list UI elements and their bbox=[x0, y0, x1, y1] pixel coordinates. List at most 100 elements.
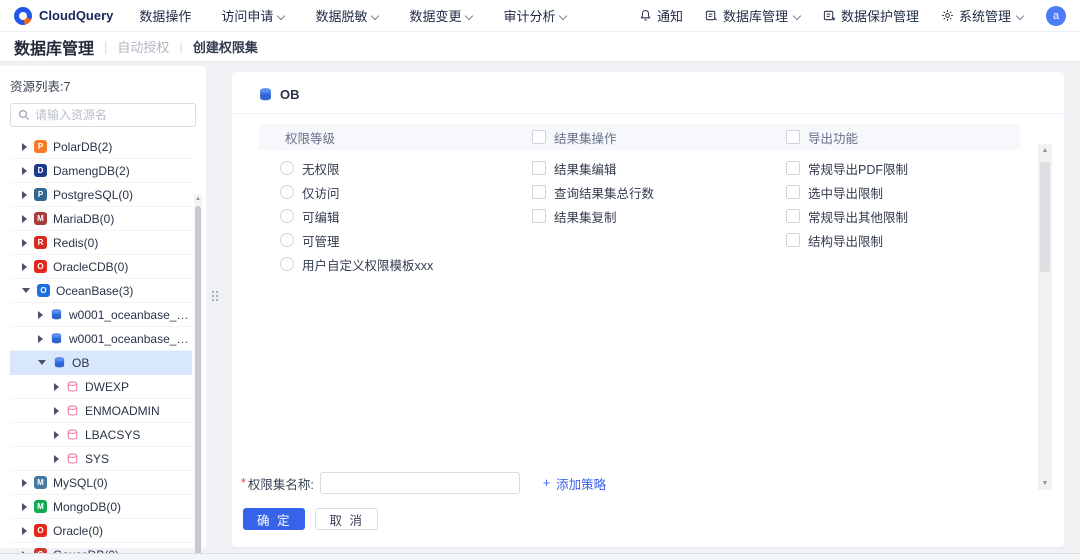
select-all-checkbox[interactable] bbox=[532, 130, 546, 144]
mysql-icon: M bbox=[34, 476, 47, 489]
permission-checkbox-item[interactable]: 常规导出PDF限制 bbox=[786, 156, 1020, 180]
caret-collapsed-icon[interactable] bbox=[54, 407, 59, 415]
permission-radio-item[interactable]: 无权限 bbox=[259, 156, 532, 180]
permission-checkbox-item[interactable]: 查询结果集总行数 bbox=[532, 180, 786, 204]
caret-collapsed-icon[interactable] bbox=[22, 263, 27, 271]
tree-node-sys[interactable]: SYS bbox=[10, 447, 192, 471]
confirm-button[interactable]: 确 定 bbox=[243, 508, 305, 530]
tree-node-w0001_oceanbase_conn_t...[interactable]: w0001_oceanbase_conn_t... bbox=[10, 327, 192, 351]
radio-unchecked[interactable] bbox=[280, 185, 294, 199]
caret-collapsed-icon[interactable] bbox=[54, 383, 59, 391]
column-items-2: 常规导出PDF限制选中导出限制常规导出其他限制结构导出限制 bbox=[786, 156, 1020, 276]
permission-radio-item[interactable]: 可编辑 bbox=[259, 204, 532, 228]
permission-radio-item[interactable]: 用户自定义权限模板xxx bbox=[259, 252, 532, 276]
nav-item-3[interactable]: 数据变更 bbox=[409, 6, 473, 25]
breadcrumb-auto-auth[interactable]: 自动授权 bbox=[117, 37, 169, 56]
notifications-button[interactable]: 通知 bbox=[639, 6, 683, 25]
sidebar-scroll-thumb[interactable] bbox=[195, 206, 201, 560]
radio-unchecked[interactable] bbox=[280, 233, 294, 247]
notifications-label: 通知 bbox=[657, 6, 683, 25]
add-policy-link[interactable]: + 添加策略 bbox=[543, 474, 606, 493]
radio-unchecked[interactable] bbox=[280, 257, 294, 271]
scroll-up-icon[interactable]: ▲ bbox=[1038, 147, 1052, 154]
option-label: 常规导出其他限制 bbox=[808, 207, 908, 226]
column-header-label: 导出功能 bbox=[808, 128, 858, 147]
scroll-up-icon[interactable]: ▲ bbox=[195, 196, 201, 202]
nav-item-label: 访问申请 bbox=[221, 6, 273, 25]
checkbox-unchecked[interactable] bbox=[786, 161, 800, 175]
chevron-down-icon bbox=[559, 11, 567, 19]
nav-item-4[interactable]: 审计分析 bbox=[503, 6, 567, 25]
permission-checkbox-item[interactable]: 常规导出其他限制 bbox=[786, 204, 1020, 228]
caret-expanded-icon[interactable] bbox=[22, 288, 30, 293]
permission-name-input[interactable] bbox=[320, 472, 520, 494]
permission-checkbox-item[interactable]: 选中导出限制 bbox=[786, 180, 1020, 204]
option-label: 用户自定义权限模板xxx bbox=[302, 255, 433, 274]
nav-item-1[interactable]: 访问申请 bbox=[221, 6, 285, 25]
select-all-checkbox[interactable] bbox=[786, 130, 800, 144]
tree-node-ob[interactable]: OB bbox=[10, 351, 192, 375]
caret-expanded-icon[interactable] bbox=[38, 360, 46, 365]
panel-scroll-thumb[interactable] bbox=[1040, 162, 1050, 272]
resource-list-title: 资源列表:7 bbox=[10, 76, 196, 95]
tree-node-w0001_oceanbase_conn[interactable]: w0001_oceanbase_conn bbox=[10, 303, 192, 327]
resource-search-input[interactable] bbox=[35, 108, 188, 122]
caret-collapsed-icon[interactable] bbox=[54, 455, 59, 463]
panel-scrollbar[interactable]: ▲ ▼ bbox=[1038, 144, 1052, 490]
tree-node-label: OracleCDB(0) bbox=[53, 260, 128, 274]
tree-node-oraclecdb-0-[interactable]: OOracleCDB(0) bbox=[10, 255, 192, 279]
caret-collapsed-icon[interactable] bbox=[22, 191, 27, 199]
tree-node-mongodb-0-[interactable]: MMongoDB(0) bbox=[10, 495, 192, 519]
permission-radio-item[interactable]: 仅访问 bbox=[259, 180, 532, 204]
caret-collapsed-icon[interactable] bbox=[22, 239, 27, 247]
tree-node-mysql-0-[interactable]: MMySQL(0) bbox=[10, 471, 192, 495]
tree-node-enmoadmin[interactable]: ENMOADMIN bbox=[10, 399, 192, 423]
checkbox-unchecked[interactable] bbox=[532, 185, 546, 199]
database-icon bbox=[50, 308, 63, 321]
gear-icon bbox=[941, 9, 954, 22]
checkbox-unchecked[interactable] bbox=[532, 161, 546, 175]
breadcrumb-separator: | bbox=[104, 39, 107, 54]
sidebar-scrollbar[interactable]: ▲ ▼ bbox=[194, 194, 202, 560]
permission-checkbox-item[interactable]: 结果集复制 bbox=[532, 204, 786, 228]
nav-item-2[interactable]: 数据脱敏 bbox=[315, 6, 379, 25]
nav-right: 通知 数据库管理 数据保护管理 系统管理 a bbox=[639, 6, 1066, 26]
caret-collapsed-icon[interactable] bbox=[22, 503, 27, 511]
caret-collapsed-icon[interactable] bbox=[54, 431, 59, 439]
radio-unchecked[interactable] bbox=[280, 161, 294, 175]
system-manage-menu[interactable]: 系统管理 bbox=[941, 6, 1024, 25]
tree-node-dwexp[interactable]: DWEXP bbox=[10, 375, 192, 399]
data-protect-menu[interactable]: 数据保护管理 bbox=[823, 6, 919, 25]
tree-node-lbacsys[interactable]: LBACSYS bbox=[10, 423, 192, 447]
tree-node-damengdb-2-[interactable]: DDamengDB(2) bbox=[10, 159, 192, 183]
caret-collapsed-icon[interactable] bbox=[22, 167, 27, 175]
checkbox-unchecked[interactable] bbox=[786, 233, 800, 247]
checkbox-unchecked[interactable] bbox=[786, 209, 800, 223]
tree-node-polardb-2-[interactable]: PPolarDB(2) bbox=[10, 135, 192, 159]
caret-collapsed-icon[interactable] bbox=[22, 215, 27, 223]
permission-radio-item[interactable]: 可管理 bbox=[259, 228, 532, 252]
checkbox-unchecked[interactable] bbox=[532, 209, 546, 223]
chevron-down-icon bbox=[465, 11, 473, 19]
tree-node-oracle-0-[interactable]: OOracle(0) bbox=[10, 519, 192, 543]
panel-splitter-handle[interactable] bbox=[212, 291, 221, 307]
cancel-button[interactable]: 取 消 bbox=[315, 508, 377, 530]
permission-checkbox-item[interactable]: 结构导出限制 bbox=[786, 228, 1020, 252]
user-avatar[interactable]: a bbox=[1046, 6, 1066, 26]
tree-node-mariadb-0-[interactable]: MMariaDB(0) bbox=[10, 207, 192, 231]
caret-collapsed-icon[interactable] bbox=[38, 335, 43, 343]
caret-collapsed-icon[interactable] bbox=[22, 143, 27, 151]
tree-node-redis-0-[interactable]: RRedis(0) bbox=[10, 231, 192, 255]
caret-collapsed-icon[interactable] bbox=[38, 311, 43, 319]
radio-unchecked[interactable] bbox=[280, 209, 294, 223]
tree-node-postgresql-0-[interactable]: PPostgreSQL(0) bbox=[10, 183, 192, 207]
db-manage-menu[interactable]: 数据库管理 bbox=[705, 6, 801, 25]
tree-node-oceanbase-3-[interactable]: OOceanBase(3) bbox=[10, 279, 192, 303]
nav-item-0[interactable]: 数据操作 bbox=[139, 6, 191, 25]
checkbox-unchecked[interactable] bbox=[786, 185, 800, 199]
scroll-down-icon[interactable]: ▼ bbox=[1038, 480, 1052, 487]
permission-checkbox-item[interactable]: 结果集编辑 bbox=[532, 156, 786, 180]
column-header-label: 权限等级 bbox=[285, 128, 335, 147]
caret-collapsed-icon[interactable] bbox=[22, 479, 27, 487]
caret-collapsed-icon[interactable] bbox=[22, 527, 27, 535]
